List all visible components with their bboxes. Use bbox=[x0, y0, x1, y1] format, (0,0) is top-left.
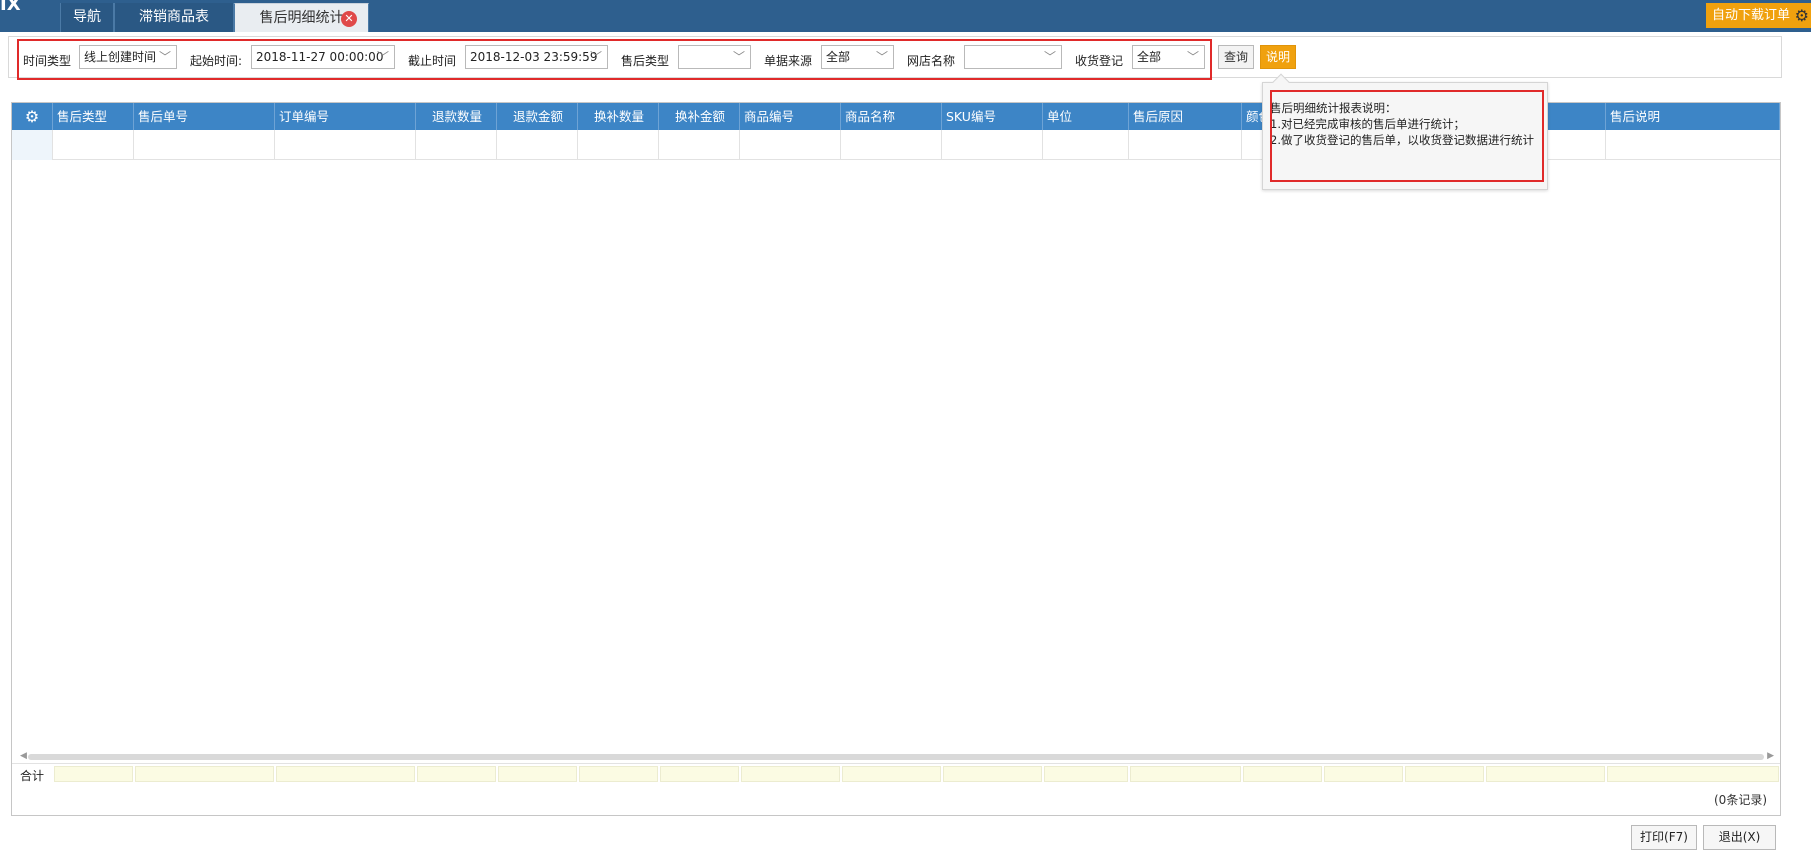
summary-cell bbox=[1243, 766, 1322, 782]
col-order-no[interactable]: 订单编号 bbox=[275, 103, 416, 130]
summary-cell bbox=[1607, 766, 1779, 782]
scroll-left-icon[interactable]: ◀ bbox=[20, 751, 27, 761]
auto-download-orders-button[interactable]: 自动下载订单 ⚙ bbox=[1706, 3, 1811, 28]
col-aftersale-reason[interactable]: 售后原因 bbox=[1129, 103, 1242, 130]
close-icon[interactable]: ✕ bbox=[341, 11, 357, 27]
table-cell bbox=[659, 130, 740, 160]
summary-cell bbox=[943, 766, 1042, 782]
summary-cell bbox=[276, 766, 415, 782]
summary-cell bbox=[498, 766, 577, 782]
auto-download-label: 自动下载订单 bbox=[1712, 8, 1791, 23]
col-refund-qty[interactable]: 退款数量 bbox=[416, 103, 497, 130]
col-aftersale-note[interactable]: 售后说明 bbox=[1606, 103, 1780, 130]
table-cell bbox=[942, 130, 1043, 160]
exit-button[interactable]: 退出(X) bbox=[1703, 825, 1776, 850]
app-logo: IX bbox=[0, 0, 21, 12]
popup-highlight-box bbox=[1270, 90, 1544, 182]
tab-nav[interactable]: 导航 bbox=[60, 3, 114, 32]
tab-aftersale-detail[interactable]: 售后明细统计 ✕ bbox=[234, 3, 369, 32]
gear-icon[interactable]: ⚙ bbox=[12, 103, 53, 130]
table-cell bbox=[134, 130, 275, 160]
explain-button[interactable]: 说明 bbox=[1260, 45, 1296, 69]
col-exchange-qty[interactable]: 换补数量 bbox=[578, 103, 659, 130]
scrollbar-track[interactable] bbox=[28, 754, 1764, 760]
summary-cell bbox=[1130, 766, 1241, 782]
summary-cell bbox=[660, 766, 739, 782]
summary-cell bbox=[135, 766, 274, 782]
table-cell bbox=[740, 130, 841, 160]
scroll-right-icon[interactable]: ▶ bbox=[1767, 751, 1774, 761]
table-cell bbox=[1129, 130, 1242, 160]
summary-cell bbox=[1324, 766, 1403, 782]
record-count: (0条记录) bbox=[1714, 793, 1767, 807]
tab-aftersale-detail-label: 售后明细统计 bbox=[259, 10, 344, 26]
summary-cell bbox=[54, 766, 133, 782]
row-gear-cell bbox=[12, 130, 53, 160]
table-cell bbox=[416, 130, 497, 160]
summary-cell bbox=[579, 766, 658, 782]
query-button[interactable]: 查询 bbox=[1218, 45, 1254, 69]
filter-highlight-box bbox=[17, 39, 1212, 80]
horizontal-scrollbar[interactable]: ◀ ▶ bbox=[20, 751, 1774, 761]
summary-label: 合计 bbox=[20, 769, 45, 783]
col-product-name[interactable]: 商品名称 bbox=[841, 103, 942, 130]
summary-cell bbox=[1044, 766, 1128, 782]
summary-row: 合计 bbox=[12, 763, 1780, 783]
tab-slow-moving-goods[interactable]: 滞销商品表 bbox=[114, 3, 234, 32]
col-aftersale-no[interactable]: 售后单号 bbox=[134, 103, 275, 130]
top-bar: IX 导航 滞销商品表 售后明细统计 ✕ 自动下载订单 ⚙ bbox=[0, 0, 1811, 32]
table-cell bbox=[841, 130, 942, 160]
summary-cell bbox=[842, 766, 941, 782]
summary-cell bbox=[1486, 766, 1605, 782]
col-product-code[interactable]: 商品编号 bbox=[740, 103, 841, 130]
summary-cell bbox=[1405, 766, 1484, 782]
table-cell bbox=[1043, 130, 1129, 160]
table-cell bbox=[497, 130, 578, 160]
col-exchange-amount[interactable]: 换补金额 bbox=[659, 103, 740, 130]
col-refund-amount[interactable]: 退款金额 bbox=[497, 103, 578, 130]
print-button[interactable]: 打印(F7) bbox=[1631, 825, 1697, 850]
col-unit[interactable]: 单位 bbox=[1043, 103, 1129, 130]
summary-cell bbox=[417, 766, 496, 782]
summary-cell bbox=[741, 766, 840, 782]
table-cell bbox=[578, 130, 659, 160]
table-cell bbox=[275, 130, 416, 160]
gear-icon[interactable]: ⚙ bbox=[1795, 3, 1809, 28]
col-aftersale-type[interactable]: 售后类型 bbox=[53, 103, 134, 130]
data-grid: ⚙ 售后类型 售后单号 订单编号 退款数量 退款金额 换补数量 换补金额 商品编… bbox=[11, 102, 1781, 816]
table-cell bbox=[53, 130, 134, 160]
col-sku-code[interactable]: SKU编号 bbox=[942, 103, 1043, 130]
